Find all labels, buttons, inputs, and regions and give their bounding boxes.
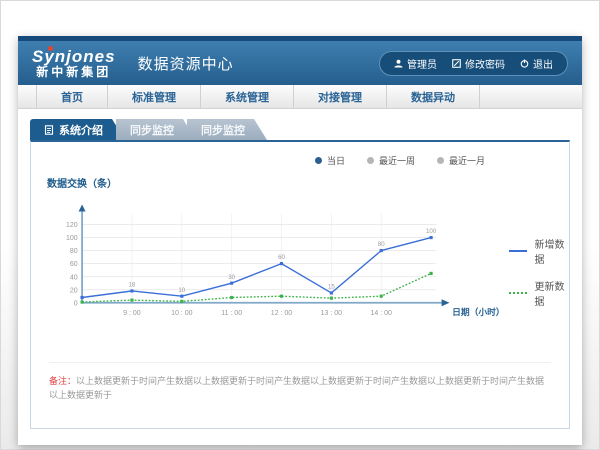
tab-sync-monitor-2[interactable]: 同步监控	[187, 119, 267, 140]
user-menu: 管理员 修改密码 退出	[379, 51, 568, 76]
svg-text:80: 80	[70, 248, 78, 255]
svg-text:30: 30	[228, 274, 235, 281]
page-title: 数据资源中心	[138, 53, 234, 74]
chart-legend: 新增数据 更新数据	[509, 236, 570, 340]
legend-new-data: 新增数据	[509, 236, 570, 266]
svg-text:100: 100	[426, 228, 437, 235]
svg-text:15: 15	[328, 284, 335, 291]
filter-label: 最近一月	[449, 154, 485, 167]
svg-text:60: 60	[70, 261, 78, 268]
chart-row: 9 : 00 10 : 00 11 : 00 12 : 00 13 : 00 14 : 0…	[31, 190, 569, 340]
svg-text:日期（小时）: 日期（小时）	[452, 306, 505, 317]
svg-text:12 : 00: 12 : 00	[271, 310, 293, 317]
chart-panel: 当日 最近一周 最近一月 数据交换（条） 9 : 00 10 : 00 11 : 0…	[30, 140, 570, 429]
nav-item-data-changes[interactable]: 数据异动	[387, 85, 480, 108]
svg-text:120: 120	[66, 222, 78, 229]
logout-button[interactable]: 退出	[520, 56, 553, 71]
legend-label: 更新数据	[534, 278, 569, 308]
tab-label: 系统介绍	[59, 122, 103, 138]
radio-dot-icon	[315, 157, 322, 164]
power-icon	[520, 59, 529, 68]
radio-dot-icon	[367, 157, 374, 164]
app-header: Synjones 新中新集团 数据资源中心 管理员 修改密码 退出	[18, 41, 582, 85]
tab-label: 同步监控	[201, 122, 245, 138]
y-axis-title: 数据交换（条）	[47, 175, 569, 190]
svg-text:18: 18	[129, 282, 136, 289]
svg-text:10: 10	[178, 287, 185, 294]
app-window: Synjones 新中新集团 数据资源中心 管理员 修改密码 退出 首页 标准管…	[18, 36, 582, 445]
solid-line-sample-icon	[509, 250, 528, 252]
content-area: 系统介绍 同步监控 同步监控 当日 最近一周	[18, 109, 582, 445]
logo-secondary-text: 新中新集团	[32, 66, 116, 79]
person-icon	[394, 59, 403, 68]
filter-label: 最近一周	[379, 154, 415, 167]
username-label: 管理员	[407, 56, 437, 71]
svg-text:0: 0	[74, 300, 78, 307]
legend-label: 新增数据	[534, 236, 569, 266]
svg-text:9 : 00: 9 : 00	[123, 310, 141, 317]
nav-item-home[interactable]: 首页	[36, 85, 108, 108]
document-icon	[44, 125, 54, 135]
filter-last-month[interactable]: 最近一月	[437, 154, 485, 167]
tab-sync-monitor-1[interactable]: 同步监控	[116, 119, 196, 140]
filter-today[interactable]: 当日	[315, 154, 345, 167]
change-password-label: 修改密码	[465, 56, 505, 71]
svg-text:20: 20	[70, 287, 78, 294]
pencil-edit-icon	[452, 59, 461, 68]
svg-text:13 : 00: 13 : 00	[321, 310, 343, 317]
tab-system-intro[interactable]: 系统介绍	[30, 119, 125, 140]
nav-item-standard-mgmt[interactable]: 标准管理	[108, 85, 201, 108]
svg-text:60: 60	[278, 254, 285, 261]
footer-note: 备注：以上数据更新于时间产生数据以上数据更新于时间产生数据以上数据更新于时间产生…	[49, 362, 551, 402]
svg-text:14 : 00: 14 : 00	[371, 310, 393, 317]
tab-bar: 系统介绍 同步监控 同步监控	[30, 119, 570, 140]
change-password-button[interactable]: 修改密码	[452, 56, 505, 71]
svg-text:100: 100	[66, 235, 78, 242]
note-prefix: 备注：	[49, 376, 76, 386]
current-user-button[interactable]: 管理员	[394, 56, 437, 71]
logo-accent-dot	[48, 46, 53, 51]
filter-last-week[interactable]: 最近一周	[367, 154, 415, 167]
svg-text:11 : 00: 11 : 00	[221, 310, 242, 317]
dotted-line-sample-icon	[509, 292, 528, 294]
note-text: 以上数据更新于时间产生数据以上数据更新于时间产生数据以上数据更新于时间产生数据以…	[49, 376, 544, 400]
data-exchange-line-chart: 9 : 00 10 : 00 11 : 00 12 : 00 13 : 00 14 : 0…	[47, 190, 507, 340]
tab-label: 同步监控	[130, 122, 174, 138]
logo-primary-text: Synjones	[32, 48, 116, 66]
svg-text:80: 80	[378, 241, 385, 248]
company-logo: Synjones 新中新集团	[32, 48, 116, 78]
logout-label: 退出	[533, 56, 553, 71]
svg-text:40: 40	[70, 274, 78, 281]
svg-text:10 : 00: 10 : 00	[171, 310, 193, 317]
filter-label: 当日	[327, 154, 345, 167]
nav-item-system-mgmt[interactable]: 系统管理	[201, 85, 294, 108]
main-nav: 首页 标准管理 系统管理 对接管理 数据异动	[18, 85, 582, 109]
radio-dot-icon	[437, 157, 444, 164]
time-range-filters: 当日 最近一周 最近一月	[31, 150, 569, 169]
nav-item-interface-mgmt[interactable]: 对接管理	[294, 85, 387, 108]
legend-update-data: 更新数据	[509, 278, 570, 308]
